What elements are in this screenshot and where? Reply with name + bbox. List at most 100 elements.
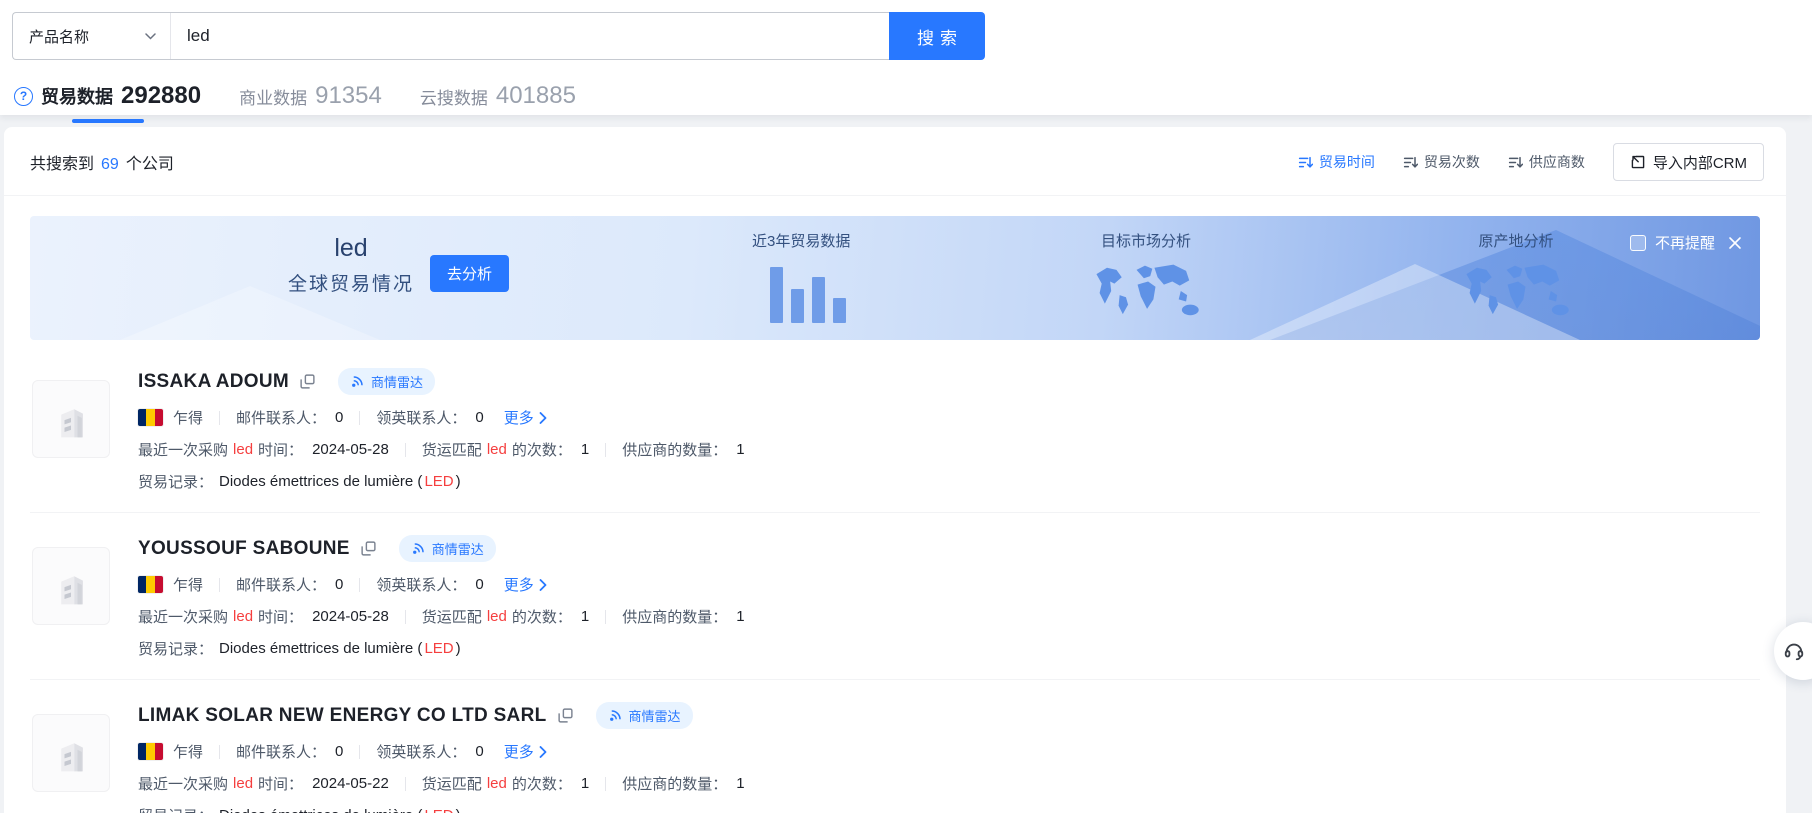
linkedin-contacts-value: 0	[475, 743, 483, 760]
tab-count: 91354	[315, 82, 382, 110]
company-name[interactable]: LIMAK SOLAR NEW ENERGY CO LTD SARL	[138, 705, 547, 727]
close-icon[interactable]	[1728, 236, 1742, 250]
divider	[405, 443, 406, 457]
freight-match-label: 货运匹配	[422, 606, 482, 627]
keyword-highlight: led	[233, 441, 253, 458]
radar-badge[interactable]: 商情雷达	[338, 368, 435, 395]
freight-match-label: 货运匹配	[422, 439, 482, 460]
chevron-down-icon	[145, 33, 156, 40]
more-link[interactable]: 更多	[504, 407, 547, 428]
linkedin-contacts-value: 0	[475, 409, 483, 426]
import-crm-button[interactable]: 导入内部CRM	[1613, 143, 1764, 181]
divider	[219, 578, 220, 592]
banner-keyword: led	[288, 234, 414, 263]
tab-count: 401885	[496, 82, 576, 110]
banner-section-label: 目标市场分析	[1088, 230, 1204, 251]
more-link[interactable]: 更多	[504, 741, 547, 762]
summary-prefix: 共搜索到	[30, 156, 94, 173]
email-contacts-label: 邮件联系人：	[236, 741, 326, 762]
radar-badge[interactable]: 商情雷达	[399, 535, 496, 562]
world-map-icon	[1458, 259, 1574, 325]
company-thumbnail[interactable]	[32, 380, 110, 458]
sort-label: 贸易次数	[1424, 152, 1480, 172]
country-name: 乍得	[173, 574, 203, 595]
more-link[interactable]: 更多	[504, 574, 547, 595]
chevron-right-icon	[539, 412, 547, 424]
supplier-count-label: 供应商的数量：	[622, 773, 727, 794]
banner-section-label: 近3年贸易数据	[752, 230, 850, 251]
tab-label: 云搜数据	[420, 84, 488, 109]
purchase-label: 时间：	[258, 439, 303, 460]
divider	[359, 578, 360, 592]
freight-match-label: 货运匹配	[422, 773, 482, 794]
freight-match-label: 的次数：	[512, 773, 572, 794]
search-bar: 产品名称 搜索	[12, 12, 985, 60]
trade-record-text: )	[456, 807, 461, 813]
copy-icon[interactable]	[557, 707, 574, 724]
company-card: LIMAK SOLAR NEW ENERGY CO LTD SARL 商情雷达 …	[30, 680, 1760, 813]
active-tab-underline	[72, 119, 144, 123]
company-name[interactable]: ISSAKA ADOUM	[138, 371, 289, 393]
sort-descending-icon	[1298, 155, 1313, 170]
banner-section-target-market: 目标市场分析	[1088, 230, 1204, 330]
radar-badge[interactable]: 商情雷达	[596, 702, 693, 729]
radar-icon	[608, 708, 623, 723]
dismiss-checkbox[interactable]	[1630, 235, 1646, 251]
results-toolbar: 共搜索到69个公司 贸易时间 贸易次数 供应商数 导入内部CRM	[4, 127, 1786, 196]
company-name[interactable]: YOUSSOUF SABOUNE	[138, 538, 350, 560]
sort-supplier-count[interactable]: 供应商数	[1508, 152, 1585, 172]
copy-icon[interactable]	[299, 373, 316, 390]
trade-record-text: Diodes émettrices de lumière (	[219, 640, 422, 657]
sort-label: 贸易时间	[1319, 152, 1375, 172]
company-list: ISSAKA ADOUM 商情雷达 乍得 邮件联系人： 0	[4, 340, 1786, 813]
keyword-highlight: LED	[424, 640, 453, 657]
divider	[605, 610, 606, 624]
tab-trade-data[interactable]: ? 贸易数据 292880	[14, 82, 201, 116]
purchase-label: 最近一次采购	[138, 439, 228, 460]
company-thumbnail[interactable]	[32, 714, 110, 792]
country-name: 乍得	[173, 407, 203, 428]
results-panel: 共搜索到69个公司 贸易时间 贸易次数 供应商数 导入内部CRM	[4, 127, 1786, 813]
trade-record-text: Diodes émettrices de lumière (	[219, 807, 422, 813]
radar-icon	[411, 541, 426, 556]
more-label: 更多	[504, 407, 534, 428]
supplier-count-label: 供应商的数量：	[622, 439, 727, 460]
tab-cloud-search-data[interactable]: 云搜数据 401885	[420, 82, 576, 116]
sort-trade-time[interactable]: 贸易时间	[1298, 152, 1375, 172]
purchase-label: 时间：	[258, 773, 303, 794]
banner-keyword-block: led 全球贸易情况 去分析	[288, 234, 509, 296]
analyze-button[interactable]: 去分析	[430, 255, 509, 292]
supplier-count-value: 1	[736, 441, 744, 458]
sort-trade-count[interactable]: 贸易次数	[1403, 152, 1480, 172]
radar-badge-label: 商情雷达	[629, 706, 681, 725]
radar-badge-label: 商情雷达	[371, 372, 423, 391]
purchase-label: 最近一次采购	[138, 773, 228, 794]
supplier-count-label: 供应商的数量：	[622, 606, 727, 627]
banner-section-label: 原产地分析	[1458, 230, 1574, 251]
keyword-highlight: LED	[424, 473, 453, 490]
tab-label: 商业数据	[239, 84, 307, 109]
email-contacts-value: 0	[335, 743, 343, 760]
divider	[405, 777, 406, 791]
import-crm-label: 导入内部CRM	[1653, 152, 1747, 173]
radar-badge-label: 商情雷达	[432, 539, 484, 558]
building-placeholder-icon	[45, 727, 97, 779]
question-circle-icon: ?	[14, 87, 33, 106]
search-category-label: 产品名称	[29, 26, 89, 47]
company-thumbnail[interactable]	[32, 547, 110, 625]
search-input[interactable]	[171, 13, 889, 59]
keyword-highlight: LED	[424, 807, 453, 813]
linkedin-contacts-label: 领英联系人：	[376, 574, 466, 595]
chad-flag-icon	[138, 743, 163, 760]
headset-icon	[1783, 640, 1805, 662]
divider	[219, 745, 220, 759]
linkedin-contacts-value: 0	[475, 576, 483, 593]
last-purchase-date: 2024-05-22	[312, 775, 389, 792]
banner-subtitle: 全球贸易情况	[288, 269, 414, 296]
search-category-select[interactable]: 产品名称	[13, 13, 171, 59]
copy-icon[interactable]	[360, 540, 377, 557]
search-button[interactable]: 搜索	[889, 12, 985, 60]
tab-business-data[interactable]: 商业数据 91354	[239, 82, 382, 116]
summary-suffix: 个公司	[126, 156, 174, 173]
divider	[219, 411, 220, 425]
